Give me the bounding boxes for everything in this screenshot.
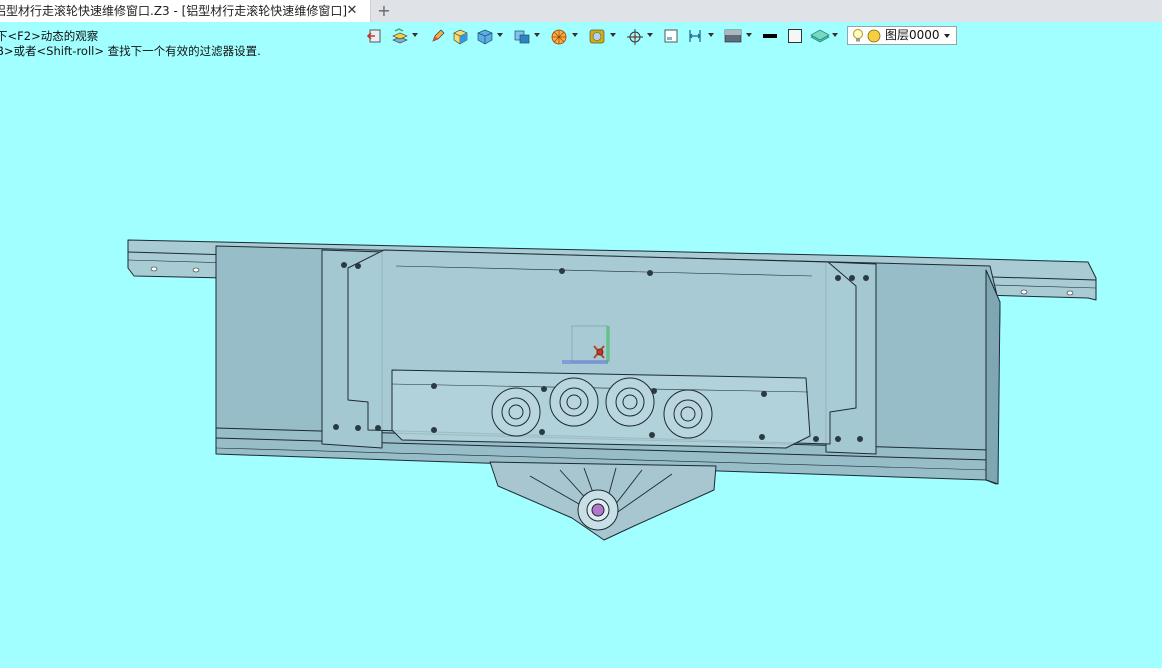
bulb-icon: [852, 28, 864, 49]
layer-manager-dropdown-icon[interactable]: [412, 33, 418, 37]
layer-manager-icon[interactable]: [392, 28, 410, 46]
dimension-icon[interactable]: [687, 28, 703, 46]
cad-model-drawing: [127, 239, 1097, 541]
layer-color-icon: [867, 29, 881, 48]
fill-square-icon[interactable]: [787, 28, 803, 46]
background-icon[interactable]: [724, 28, 742, 46]
pencil-icon[interactable]: [430, 28, 446, 46]
layer-select[interactable]: 图层0000: [847, 26, 957, 45]
view-toolbar: 图层0000: [360, 24, 960, 48]
layer-select-value: 图层0000: [885, 28, 940, 42]
render-mode-icon[interactable]: [588, 28, 606, 46]
3d-viewport[interactable]: [0, 56, 1162, 664]
view-dropdown-icon[interactable]: [534, 33, 540, 37]
render-dropdown-icon[interactable]: [610, 33, 616, 37]
color-wheel-icon[interactable]: [550, 28, 568, 46]
chevron-down-icon[interactable]: [944, 34, 950, 38]
snap-dropdown-icon[interactable]: [647, 33, 653, 37]
dimension-dropdown-icon[interactable]: [708, 33, 714, 37]
color-dropdown-icon[interactable]: [572, 33, 578, 37]
square-icon[interactable]: [663, 28, 679, 46]
blue-cube-icon[interactable]: [476, 28, 494, 46]
close-tab-icon[interactable]: ✕: [343, 0, 361, 22]
plane-dropdown-icon[interactable]: [832, 33, 838, 37]
line-color-icon[interactable]: [762, 28, 778, 46]
new-tab-button[interactable]: +: [376, 0, 392, 22]
crosshair-icon[interactable]: [626, 28, 644, 46]
exit-icon[interactable]: [366, 28, 382, 46]
document-tab-title: 铝型材行走滚轮快速维修窗口.Z3 - [铝型材行走滚轮快速维修窗口]: [0, 4, 347, 18]
status-hint-line-1: 下<F2>动态的观察: [0, 29, 99, 43]
plane-icon[interactable]: [810, 28, 830, 46]
tab-bar: 铝型材行走滚轮快速维修窗口.Z3 - [铝型材行走滚轮快速维修窗口] ✕ +: [0, 0, 1162, 22]
shaded-cube-icon[interactable]: [452, 28, 469, 46]
view-cube-icon[interactable]: [513, 28, 531, 46]
document-tab[interactable]: 铝型材行走滚轮快速维修窗口.Z3 - [铝型材行走滚轮快速维修窗口] ✕: [0, 0, 371, 22]
background-dropdown-icon[interactable]: [746, 33, 752, 37]
shade-mode-dropdown-icon[interactable]: [497, 33, 503, 37]
